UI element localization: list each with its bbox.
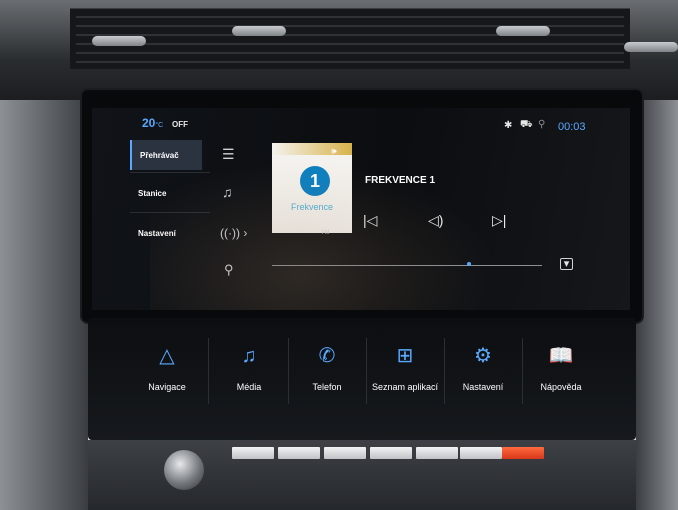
hardware-button[interactable] bbox=[232, 447, 274, 459]
next-track-icon[interactable]: ▷| bbox=[492, 212, 506, 229]
nav-button-phone[interactable]: ✆ Telefon bbox=[288, 340, 366, 400]
hazard-button[interactable] bbox=[502, 447, 544, 459]
location-icon: ⚲ bbox=[538, 119, 546, 130]
volume-icon[interactable]: ◁) bbox=[428, 212, 443, 229]
nav-button-apps[interactable]: ⊞ Seznam aplikací bbox=[366, 340, 444, 400]
hardware-button[interactable] bbox=[324, 447, 366, 459]
frequency-slider[interactable] bbox=[272, 265, 542, 266]
sidebar-item-label: Stanice bbox=[138, 188, 167, 198]
dashboard-right bbox=[636, 100, 678, 510]
divider bbox=[208, 338, 209, 404]
save-favorite-icon[interactable]: ▾ bbox=[560, 258, 573, 270]
climate-readout[interactable]: 20°C bbox=[142, 114, 163, 132]
navigation-arrow-icon: △ bbox=[159, 345, 175, 367]
nav-label: Navigace bbox=[148, 382, 186, 392]
search-icon[interactable]: ⚲ bbox=[224, 262, 234, 278]
nav-button-navigation[interactable]: △ Navigace bbox=[128, 340, 206, 400]
nav-label: Média bbox=[236, 382, 262, 392]
menu-icon[interactable]: ☰ bbox=[222, 146, 235, 163]
music-list-icon[interactable]: ♫ bbox=[222, 184, 233, 200]
nav-label: Nápověda bbox=[540, 382, 582, 392]
dashboard-top bbox=[0, 0, 678, 100]
sidebar-item-stations[interactable]: Stanice bbox=[130, 178, 202, 208]
hardware-button[interactable] bbox=[370, 447, 412, 459]
vent-adjuster-far-right[interactable] bbox=[624, 42, 678, 52]
phone-icon: ✆ bbox=[318, 345, 336, 367]
station-name: FREKVENCE 1 bbox=[365, 175, 436, 186]
hardware-button[interactable] bbox=[460, 447, 502, 459]
previous-track-icon[interactable]: |◁ bbox=[363, 212, 377, 229]
music-note-icon: ♫ bbox=[241, 345, 257, 367]
sidebar-item-label: Přehrávač bbox=[140, 150, 179, 160]
ac-status[interactable]: OFF bbox=[172, 120, 188, 129]
volume-knob[interactable] bbox=[164, 450, 204, 490]
dashboard-left bbox=[0, 100, 88, 510]
nav-label: Nastavení bbox=[462, 382, 504, 392]
car-icon: ⛟ bbox=[520, 119, 533, 130]
vent-adjuster-left[interactable] bbox=[92, 36, 146, 46]
apps-grid-icon: ⊞ bbox=[396, 345, 414, 367]
divider bbox=[130, 212, 210, 213]
sidebar-item-settings[interactable]: Nastavení bbox=[130, 218, 202, 248]
nav-button-settings[interactable]: ⚙ Nastavení bbox=[444, 340, 522, 400]
gear-icon: ⚙ bbox=[474, 345, 492, 367]
sidebar-item-player[interactable]: Přehrávač bbox=[130, 140, 202, 170]
speaker-badge-icon: 🕪 bbox=[331, 146, 337, 156]
station-logo-text: Frekvence bbox=[290, 202, 334, 212]
nav-button-media[interactable]: ♫ Média bbox=[210, 340, 288, 400]
air-vent bbox=[70, 8, 630, 69]
album-art-banner bbox=[272, 143, 352, 155]
nav-label: Seznam aplikací bbox=[371, 382, 439, 392]
hardware-button[interactable] bbox=[278, 447, 320, 459]
nav-button-help[interactable]: 📖 Nápověda bbox=[522, 340, 600, 400]
bluetooth-icon: ✱ bbox=[504, 120, 513, 131]
hardware-button[interactable] bbox=[416, 447, 458, 459]
temperature-value: 20 bbox=[142, 116, 156, 130]
infotainment-screen bbox=[92, 108, 630, 310]
vent-adjuster-right[interactable] bbox=[496, 26, 550, 36]
band-label: FM bbox=[322, 230, 330, 236]
sidebar-item-label: Nastavení bbox=[138, 228, 176, 238]
radio-antenna-icon[interactable]: ((·)) › bbox=[220, 226, 247, 240]
vent-adjuster-center[interactable] bbox=[232, 26, 286, 36]
temperature-unit: °C bbox=[155, 122, 164, 129]
nav-label: Telefon bbox=[312, 382, 342, 392]
divider bbox=[130, 172, 210, 173]
frequency-slider-thumb[interactable] bbox=[467, 262, 471, 266]
clock: 00:03 bbox=[558, 121, 586, 133]
station-logo-number: 1 bbox=[300, 166, 330, 196]
help-book-icon: 📖 bbox=[548, 345, 574, 367]
